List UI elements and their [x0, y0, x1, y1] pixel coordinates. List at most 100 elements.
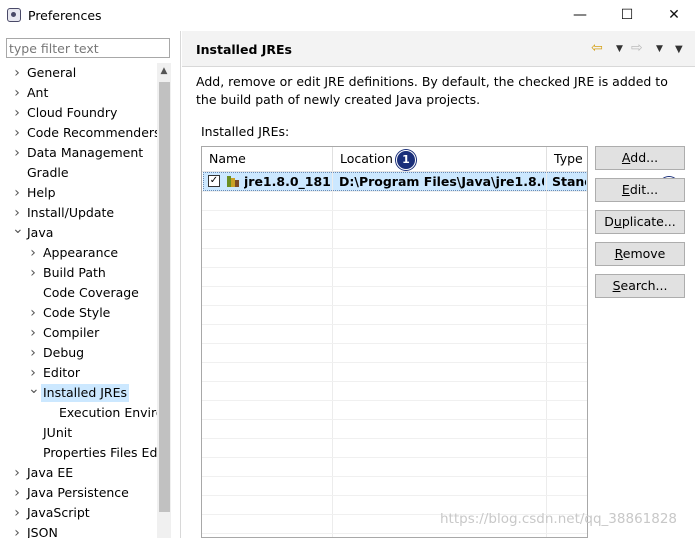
- tree-item[interactable]: ⌄ Java: [0, 222, 157, 243]
- tree-item[interactable]: › JavaScript: [0, 503, 157, 523]
- tree-item[interactable]: › Java EE: [0, 463, 157, 483]
- tree-item[interactable]: Properties Files Edi: [0, 443, 157, 463]
- forward-dropdown-icon[interactable]: ▼: [656, 44, 663, 54]
- tree-item-label: Code Coverage: [43, 285, 139, 300]
- tree-item-label: JUnit: [43, 425, 73, 440]
- remove-button[interactable]: Remove: [595, 242, 685, 266]
- tree-item[interactable]: › Code Recommenders: [0, 123, 157, 143]
- watermark: https://blog.csdn.net/qq_38861828: [440, 511, 678, 527]
- row-gridline: [202, 305, 587, 306]
- jre-checkbox[interactable]: ✓: [208, 175, 220, 187]
- column-header-name[interactable]: Name: [202, 147, 333, 171]
- collapsed-chevron-icon[interactable]: ›: [12, 523, 22, 538]
- tree-item[interactable]: › Ant: [0, 83, 157, 103]
- tree-item[interactable]: Execution Enviro: [0, 403, 157, 423]
- jre-table[interactable]: Name Location Type ✓ jre1.8.0_181 ... D:…: [201, 146, 588, 538]
- collapsed-chevron-icon[interactable]: ›: [12, 483, 22, 503]
- tree-item[interactable]: › Appearance: [0, 243, 157, 263]
- collapsed-chevron-icon[interactable]: ›: [12, 83, 22, 103]
- column-header-location[interactable]: Location: [333, 147, 547, 171]
- jre-type-cell: Stand: [552, 174, 586, 189]
- minimize-button[interactable]: —: [565, 5, 595, 25]
- collapsed-chevron-icon[interactable]: ›: [12, 203, 22, 223]
- collapsed-chevron-icon[interactable]: ›: [12, 103, 22, 123]
- jre-name-cell: jre1.8.0_181 ...: [244, 174, 332, 189]
- filter-field[interactable]: [6, 38, 170, 58]
- duplicate-button[interactable]: Duplicate...: [595, 210, 685, 234]
- tree-item-label: JSON: [27, 525, 58, 538]
- collapsed-chevron-icon[interactable]: ›: [28, 243, 38, 263]
- tree-item[interactable]: Code Coverage: [0, 283, 157, 303]
- tree-item[interactable]: › Build Path: [0, 263, 157, 283]
- expanded-chevron-icon[interactable]: ⌄: [12, 222, 24, 243]
- collapsed-chevron-icon[interactable]: ›: [28, 263, 38, 283]
- row-gridline: [202, 476, 587, 477]
- pane-divider[interactable]: [180, 31, 181, 538]
- tree-item[interactable]: ⌄ Installed JREs: [0, 382, 157, 403]
- tree-item[interactable]: JUnit: [0, 423, 157, 443]
- collapsed-chevron-icon[interactable]: ›: [12, 143, 22, 163]
- installed-jres-label: Installed JREs:: [201, 124, 290, 139]
- collapsed-chevron-icon[interactable]: ›: [28, 323, 38, 343]
- scrollbar-thumb[interactable]: [159, 82, 170, 512]
- expanded-chevron-icon[interactable]: ⌄: [28, 382, 40, 403]
- tree-item[interactable]: › Install/Update: [0, 203, 157, 223]
- tree-item-label: Cloud Foundry: [27, 105, 118, 120]
- tree-item[interactable]: › Cloud Foundry: [0, 103, 157, 123]
- collapsed-chevron-icon[interactable]: ›: [12, 463, 22, 483]
- tree-item[interactable]: › Help: [0, 183, 157, 203]
- tree-item[interactable]: › Data Management: [0, 143, 157, 163]
- preferences-tree[interactable]: › General › Ant › Cloud Foundry › Code Recommen…: [0, 63, 157, 538]
- edit-button[interactable]: Edit...: [595, 178, 685, 202]
- jre-library-icon: [227, 176, 239, 187]
- scroll-up-arrow-icon[interactable]: ▲: [157, 63, 171, 80]
- add-button[interactable]: Add...: [595, 146, 685, 170]
- tree-item-label: Gradle: [27, 165, 69, 180]
- collapsed-chevron-icon[interactable]: ›: [12, 503, 22, 523]
- page-description: Add, remove or edit JRE definitions. By …: [196, 74, 668, 107]
- tree-item[interactable]: › Compiler: [0, 323, 157, 343]
- tree-item[interactable]: › General: [0, 63, 157, 83]
- row-gridline: [202, 324, 587, 325]
- tree-item-label: Data Management: [27, 145, 144, 160]
- forward-arrow-icon[interactable]: ⇨: [631, 40, 643, 56]
- callout-badge-1: 1: [396, 150, 416, 170]
- tree-item-label: Execution Enviro: [59, 405, 157, 420]
- collapsed-chevron-icon[interactable]: ›: [28, 343, 38, 363]
- search-button[interactable]: Search...: [595, 274, 685, 298]
- tree-item[interactable]: › Java Persistence: [0, 483, 157, 503]
- maximize-button[interactable]: ☐: [612, 5, 642, 25]
- tree-item[interactable]: Gradle: [0, 163, 157, 183]
- column-divider: [332, 171, 333, 537]
- back-arrow-icon[interactable]: ⇦: [591, 40, 603, 56]
- collapsed-chevron-icon[interactable]: ›: [28, 303, 38, 323]
- collapsed-chevron-icon[interactable]: ›: [12, 123, 22, 143]
- row-gridline: [202, 286, 587, 287]
- tree-item-label: Debug: [43, 345, 85, 360]
- collapsed-chevron-icon[interactable]: ›: [28, 363, 38, 383]
- tree-item-label: Editor: [43, 365, 80, 380]
- page-title: Installed JREs: [196, 42, 293, 57]
- close-button[interactable]: ✕: [659, 5, 689, 25]
- tree-item-label: Properties Files Edi: [43, 445, 157, 460]
- row-gridline: [202, 457, 587, 458]
- back-dropdown-icon[interactable]: ▼: [616, 44, 623, 54]
- column-header-type[interactable]: Type: [547, 147, 587, 171]
- tree-item[interactable]: › Editor: [0, 363, 157, 383]
- tree-item[interactable]: › Debug: [0, 343, 157, 363]
- tree-item-label: Build Path: [43, 265, 106, 280]
- view-menu-icon[interactable]: ▼: [675, 44, 683, 55]
- tree-item-label: Java Persistence: [27, 485, 129, 500]
- row-gridline: [202, 191, 587, 192]
- row-gridline: [202, 267, 587, 268]
- tree-item[interactable]: › JSON: [0, 523, 157, 538]
- jre-location-cell: D:\Program Files\Java\jre1.8.0_...: [339, 174, 544, 189]
- tree-item-label: Installed JREs: [41, 384, 130, 402]
- tree-item[interactable]: › Code Style: [0, 303, 157, 323]
- collapsed-chevron-icon[interactable]: ›: [12, 183, 22, 203]
- row-gridline: [202, 438, 587, 439]
- filter-input[interactable]: [9, 40, 159, 56]
- row-gridline: [202, 495, 587, 496]
- collapsed-chevron-icon[interactable]: ›: [12, 63, 22, 83]
- row-gridline: [202, 343, 587, 344]
